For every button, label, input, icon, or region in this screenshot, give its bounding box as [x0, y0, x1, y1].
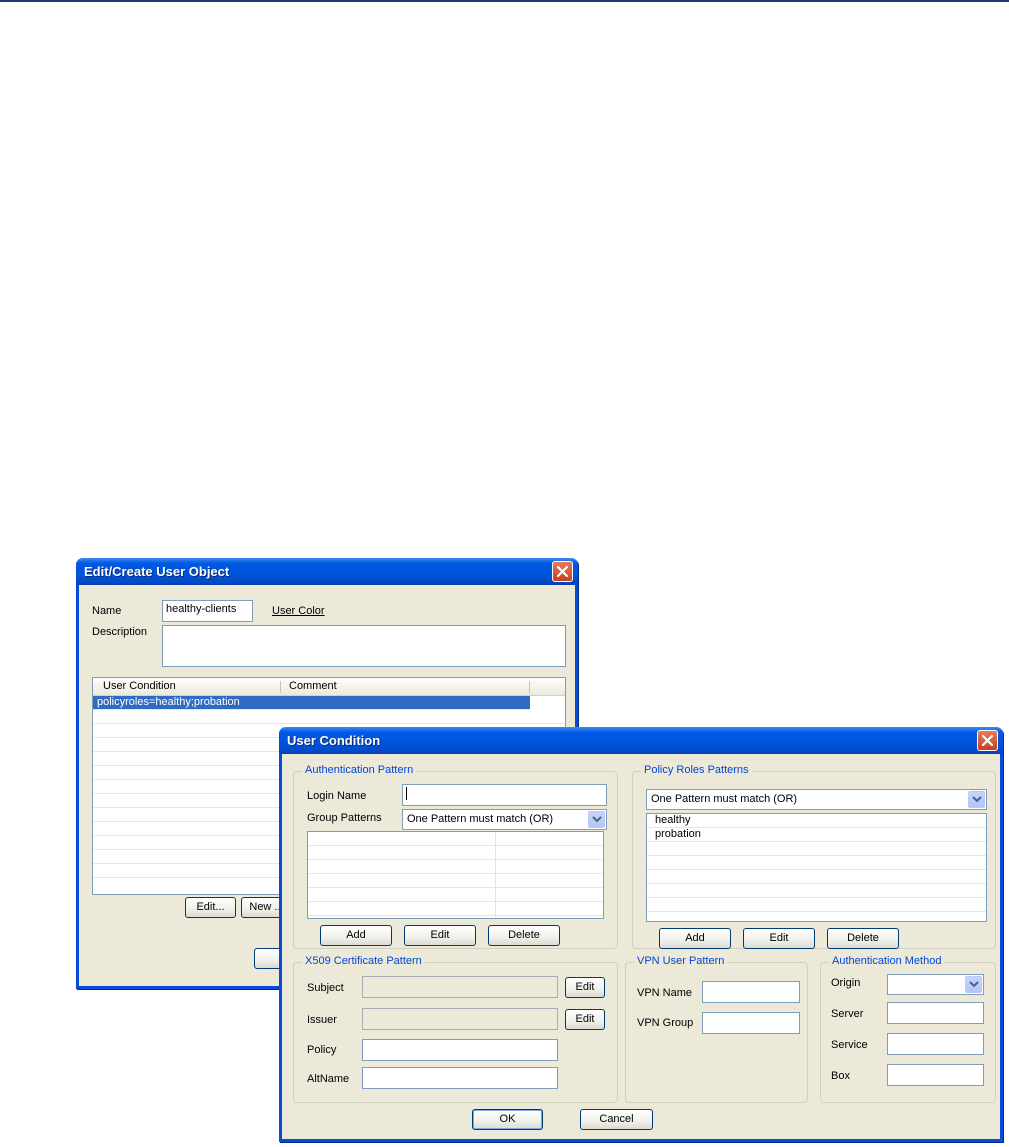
altname-input[interactable] — [362, 1067, 558, 1089]
list-row-empty — [308, 846, 603, 860]
altname-label: AltName — [307, 1073, 350, 1085]
dropdown-button[interactable] — [965, 976, 982, 993]
box-input[interactable] — [887, 1064, 984, 1086]
subject-input[interactable] — [362, 976, 558, 998]
dialog-titlebar[interactable]: Edit/Create User Object — [76, 558, 578, 585]
authentication-pattern-group: Authentication Pattern Login Name Group … — [293, 764, 618, 949]
edit-subject-button[interactable]: Edit — [565, 977, 605, 998]
column-header-comment[interactable]: Comment — [289, 678, 337, 695]
group-title: Authentication Pattern — [302, 764, 417, 776]
chevron-down-icon — [969, 981, 979, 988]
issuer-label: Issuer — [307, 1014, 337, 1026]
list-row-empty — [308, 888, 603, 902]
policy-edit-button[interactable]: Edit — [743, 928, 815, 949]
list-item[interactable]: probation — [647, 828, 986, 842]
group-title: Authentication Method — [829, 955, 945, 967]
user-condition-dialog: User Condition Authentication Pattern Lo… — [279, 727, 1003, 1142]
login-name-input[interactable] — [402, 784, 607, 806]
server-label: Server — [831, 1008, 864, 1020]
chevron-down-icon — [972, 796, 982, 803]
group-patterns-selected: One Pattern must match (OR) — [407, 813, 554, 825]
group-title: Policy Roles Patterns — [641, 764, 752, 776]
authentication-method-group: Authentication Method Origin Server Serv… — [820, 955, 996, 1103]
list-row-empty — [308, 874, 603, 888]
group-patterns-list[interactable] — [307, 831, 604, 919]
service-label: Service — [831, 1039, 868, 1051]
list-row-empty — [647, 842, 986, 856]
policy-roles-list[interactable]: healthy probation — [646, 813, 987, 922]
list-row-empty — [647, 884, 986, 898]
dropdown-button[interactable] — [588, 811, 605, 828]
origin-label: Origin — [831, 977, 861, 989]
table-row[interactable]: policyroles=healthy;probation — [93, 696, 530, 710]
name-input[interactable]: healthy-clients — [162, 600, 253, 622]
policy-label: Policy — [307, 1044, 337, 1056]
issuer-input[interactable] — [362, 1008, 558, 1030]
close-icon — [556, 565, 569, 578]
auth-add-button[interactable]: Add — [320, 925, 392, 946]
subject-label: Subject — [307, 982, 344, 994]
policy-roles-selected: One Pattern must match (OR) — [651, 793, 798, 805]
cancel-button[interactable]: Cancel — [580, 1109, 653, 1130]
policy-input[interactable] — [362, 1039, 558, 1061]
dialog-titlebar[interactable]: User Condition — [279, 727, 1003, 754]
server-input[interactable] — [887, 1002, 984, 1024]
x509-certificate-pattern-group: X509 Certificate Pattern Subject Edit Is… — [293, 955, 618, 1103]
vpn-group-input[interactable] — [702, 1012, 800, 1034]
policy-roles-select[interactable]: One Pattern must match (OR) — [646, 789, 987, 810]
vpn-user-pattern-group: VPN User Pattern VPN Name VPN Group — [625, 955, 808, 1103]
auth-delete-button[interactable]: Delete — [488, 925, 560, 946]
origin-select[interactable] — [887, 974, 984, 995]
close-icon — [981, 734, 994, 747]
close-button[interactable] — [552, 561, 573, 582]
vpn-name-input[interactable] — [702, 981, 800, 1003]
group-title: VPN User Pattern — [634, 955, 728, 967]
list-row-empty — [308, 860, 603, 874]
column-header-user-condition[interactable]: User Condition — [103, 678, 176, 695]
list-row-empty — [308, 902, 603, 916]
dialog-title: Edit/Create User Object — [84, 564, 230, 579]
row-condition: policyroles=healthy;probation — [97, 696, 240, 708]
vpn-group-label: VPN Group — [637, 1017, 694, 1029]
table-header: User Condition Comment — [93, 678, 565, 696]
list-item[interactable]: healthy — [647, 814, 986, 828]
close-button[interactable] — [977, 730, 998, 751]
policy-roles-patterns-group: Policy Roles Patterns One Pattern must m… — [632, 764, 996, 949]
dropdown-button[interactable] — [968, 791, 985, 808]
user-color-link[interactable]: User Color — [272, 605, 325, 617]
table-row-empty — [93, 710, 565, 724]
edit-issuer-button[interactable]: Edit — [565, 1009, 605, 1030]
chevron-down-icon — [592, 816, 602, 823]
text-cursor — [406, 787, 407, 800]
login-name-label: Login Name — [307, 790, 367, 802]
group-title: X509 Certificate Pattern — [302, 955, 425, 967]
group-patterns-select[interactable]: One Pattern must match (OR) — [402, 809, 607, 830]
dialog-title: User Condition — [287, 733, 381, 748]
description-input[interactable] — [162, 625, 566, 667]
name-label: Name — [92, 605, 122, 617]
list-row-empty — [647, 856, 986, 870]
list-row-empty — [308, 832, 603, 846]
ok-button[interactable]: OK — [472, 1109, 543, 1130]
description-label: Description — [92, 626, 148, 638]
vpn-name-label: VPN Name — [637, 987, 693, 999]
edit-condition-button[interactable]: Edit... — [185, 897, 236, 918]
list-row-empty — [647, 898, 986, 912]
policy-delete-button[interactable]: Delete — [827, 928, 899, 949]
page-top-rule — [0, 0, 1009, 2]
auth-edit-button[interactable]: Edit — [404, 925, 476, 946]
group-patterns-label: Group Patterns — [307, 812, 382, 824]
list-row-empty — [647, 870, 986, 884]
policy-add-button[interactable]: Add — [659, 928, 731, 949]
box-label: Box — [831, 1070, 850, 1082]
service-input[interactable] — [887, 1033, 984, 1055]
